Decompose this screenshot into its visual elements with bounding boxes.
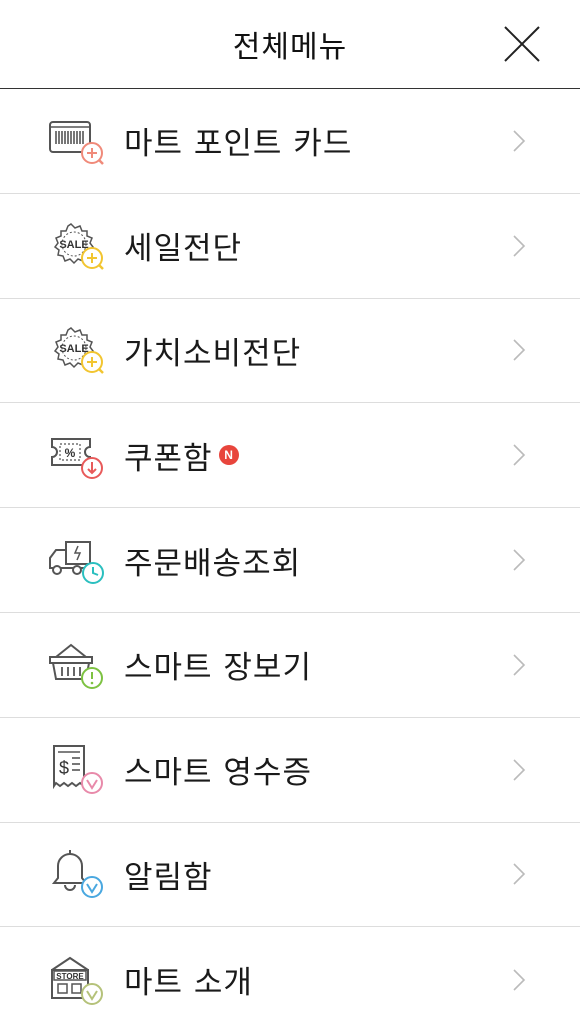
- new-badge: N: [218, 445, 239, 466]
- delivery-truck-icon: [44, 532, 110, 588]
- menu-item-label: 세일전단: [124, 231, 243, 268]
- chevron-right-icon: [512, 653, 526, 677]
- svg-text:SALE: SALE: [59, 343, 88, 355]
- page-title: 전체메뉴: [232, 30, 348, 65]
- menu-list: 마트 포인트 카드 SALE 세일전단 SALE 가치소비전단 % 쿠폰함 N …: [0, 89, 580, 1027]
- menu-item-smart-receipt[interactable]: $ 스마트 영수증: [0, 718, 580, 823]
- menu-item-order-tracking[interactable]: 주문배송조회: [0, 508, 580, 613]
- menu-item-label: 알림함: [124, 859, 213, 896]
- menu-item-value-flyer[interactable]: SALE 가치소비전단: [0, 299, 580, 404]
- store-icon: STORE: [44, 952, 110, 1008]
- chevron-right-icon: [512, 443, 526, 467]
- chevron-right-icon: [512, 129, 526, 153]
- chevron-right-icon: [512, 862, 526, 886]
- menu-item-point-card[interactable]: 마트 포인트 카드: [0, 89, 580, 194]
- chevron-right-icon: [512, 548, 526, 572]
- menu-item-coupon-box[interactable]: % 쿠폰함 N: [0, 403, 580, 509]
- svg-text:%: %: [65, 446, 76, 460]
- menu-item-mart-intro[interactable]: STORE 마트 소개: [0, 927, 580, 1027]
- close-icon: [504, 26, 540, 62]
- bell-icon: [44, 846, 110, 902]
- menu-item-label-text: 쿠폰함: [124, 440, 213, 477]
- coupon-icon: %: [44, 427, 110, 483]
- sale-badge-icon: SALE: [44, 322, 110, 378]
- menu-item-label: 주문배송조회: [124, 545, 302, 582]
- chevron-right-icon: [512, 968, 526, 992]
- barcode-card-icon: [44, 113, 110, 169]
- menu-item-label: 마트 소개: [124, 965, 253, 1002]
- menu-item-label: 쿠폰함 N: [124, 433, 239, 478]
- svg-text:SALE: SALE: [59, 239, 88, 251]
- menu-header: 전체메뉴: [0, 0, 580, 89]
- menu-item-label: 가치소비전단: [124, 335, 302, 372]
- chevron-right-icon: [512, 234, 526, 258]
- close-button[interactable]: [502, 24, 542, 64]
- shopping-basket-icon: [44, 637, 110, 693]
- chevron-right-icon: [512, 758, 526, 782]
- sale-badge-icon: SALE: [44, 218, 110, 274]
- menu-item-notifications[interactable]: 알림함: [0, 823, 580, 928]
- menu-item-label: 스마트 영수증: [124, 755, 312, 792]
- menu-item-smart-shopping[interactable]: 스마트 장보기: [0, 613, 580, 718]
- svg-text:$: $: [59, 758, 69, 778]
- chevron-right-icon: [512, 338, 526, 362]
- menu-item-label: 스마트 장보기: [124, 650, 312, 687]
- menu-item-sale-flyer[interactable]: SALE 세일전단: [0, 194, 580, 299]
- svg-text:STORE: STORE: [56, 972, 84, 981]
- receipt-icon: $: [44, 742, 110, 798]
- menu-item-label: 마트 포인트 카드: [124, 126, 353, 163]
